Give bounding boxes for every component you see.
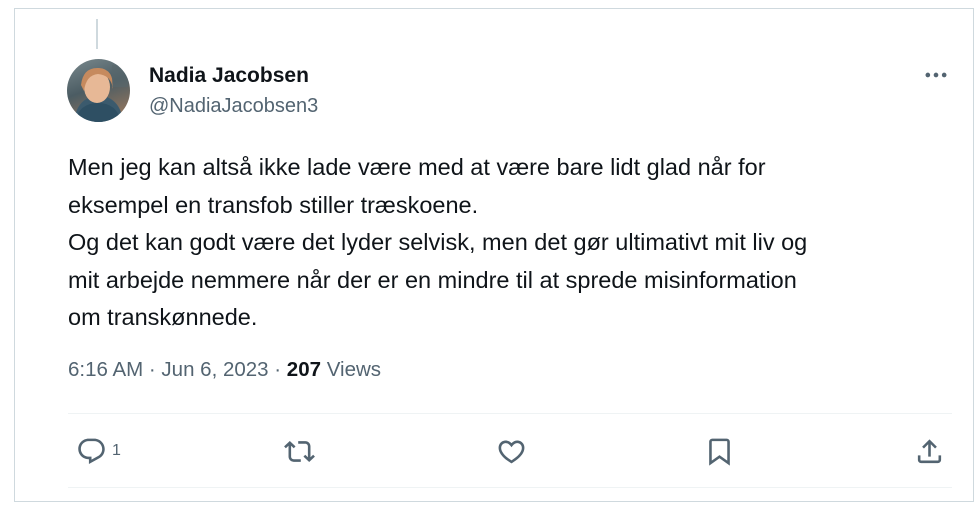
tweet-card: Nadia Jacobsen @NadiaJacobsen3 Men jeg k… — [14, 8, 974, 502]
tweet-meta: 6:16 AM · Jun 6, 2023 · 207 Views — [68, 358, 381, 382]
timestamp-link[interactable]: 6:16 AM · Jun 6, 2023 — [68, 358, 269, 381]
reply-button[interactable]: 1 — [76, 429, 121, 473]
views-count: 207 — [286, 358, 322, 381]
like-button[interactable] — [496, 429, 527, 473]
bookmark-button[interactable] — [704, 429, 735, 473]
bottom-divider — [68, 487, 952, 488]
thread-connector-line — [96, 19, 98, 49]
author-name[interactable]: Nadia Jacobsen — [149, 64, 309, 88]
action-bar: 1 — [68, 429, 952, 473]
tweet-text-line: eksempel en transfob stiller træskoene. — [68, 191, 479, 218]
tweet-text: Men jeg kan altså ikke lade være med at … — [68, 149, 948, 337]
retweet-icon — [284, 440, 315, 462]
reply-count: 1 — [112, 442, 121, 459]
avatar-photo — [75, 65, 128, 122]
reply-icon — [78, 438, 105, 464]
share-button[interactable] — [914, 429, 945, 473]
tweet-text-line: Og det kan godt være det lyder selvisk, … — [68, 229, 808, 255]
tweet-text-line: Men jeg kan altså ikke lade være med at … — [68, 154, 766, 180]
divider — [68, 413, 952, 414]
more-options-button[interactable] — [920, 61, 952, 89]
share-icon — [917, 438, 942, 463]
bookmark-icon — [709, 438, 730, 466]
tweet-text-line: om transkønnede. — [68, 304, 258, 330]
retweet-button[interactable] — [284, 429, 315, 473]
tweet-text-line: mit arbejde nemmere når der er en mindre… — [68, 266, 797, 293]
author-handle[interactable]: @NadiaJacobsen3 — [149, 95, 318, 118]
more-dots-icon — [925, 72, 947, 78]
views-label: Views — [321, 358, 382, 381]
avatar[interactable] — [67, 59, 130, 122]
meta-separator: · — [268, 358, 287, 381]
like-icon — [498, 440, 525, 463]
